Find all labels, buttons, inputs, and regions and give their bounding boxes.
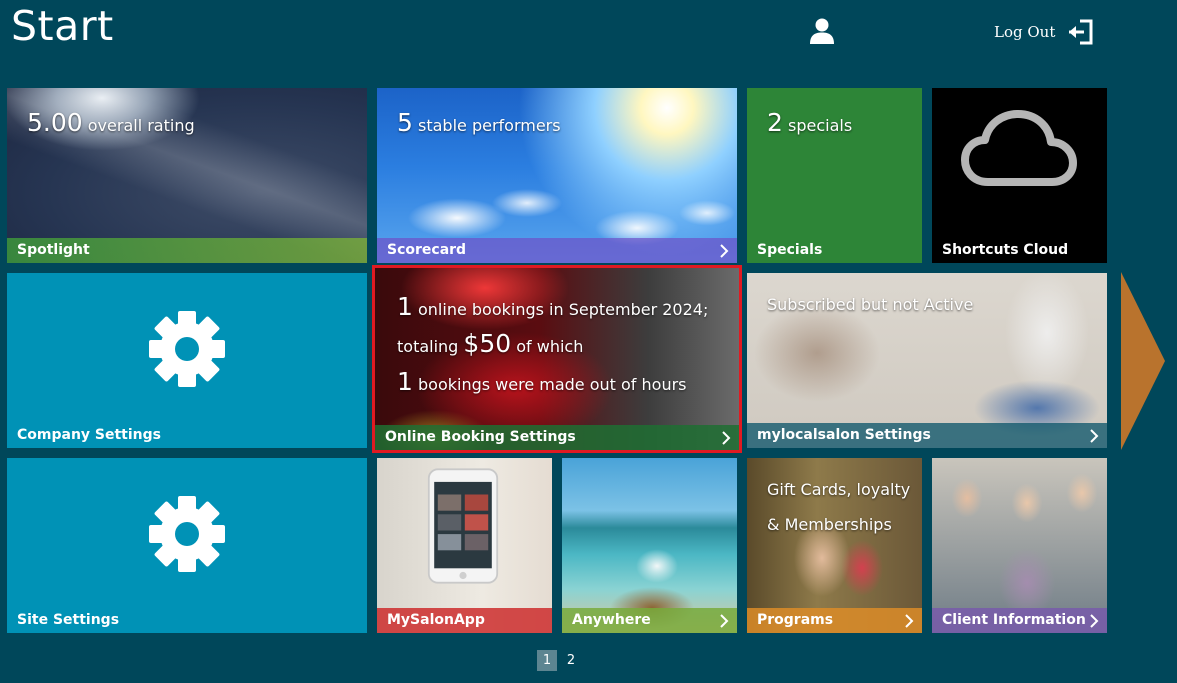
online-booking-line3: 1 bookings were made out of hours [397,367,687,396]
spotlight-text: overall rating [87,116,195,135]
tile-mylocalsalon-settings[interactable]: Subscribed but not Active mylocalsalon S… [747,273,1107,448]
programs-line1: Gift Cards, loyalty [767,480,911,499]
programs-footer: Programs [747,608,922,633]
mylocalsalon-label: mylocalsalon Settings [757,427,931,443]
page-1-button[interactable]: 1 [537,650,557,671]
online-bookings-count: 1 [397,292,413,321]
programs-line2: & Memberships [767,515,892,534]
site-settings-footer: Site Settings [7,608,367,633]
online-booking-line2: totaling $50 of which [397,329,583,358]
scorecard-label: Scorecard [387,242,467,258]
pagination: 1 2 [537,650,581,671]
scorecard-text: stable performers [418,116,561,135]
gear-icon [149,495,225,572]
tile-online-booking-settings[interactable]: 1 online bookings in September 2024; tot… [372,265,742,453]
client-information-footer: Client Information [932,608,1107,633]
tile-spotlight[interactable]: 5.00 overall rating Spotlight [7,88,367,263]
tile-programs[interactable]: Gift Cards, loyalty & Memberships Progra… [747,458,922,633]
spotlight-value: 5.00 [27,108,83,137]
logout-icon [1069,19,1093,45]
tile-mysalonapp[interactable]: MySalonApp [377,458,552,633]
tile-specials[interactable]: 2 specials Specials [747,88,922,263]
chevron-right-icon [905,614,914,628]
specials-footer: Specials [747,238,922,263]
company-settings-label: Company Settings [17,427,161,443]
chevron-right-icon [720,614,729,628]
out-of-hours-text: bookings were made out of hours [418,375,687,394]
anywhere-label: Anywhere [572,612,651,628]
mysalonapp-label: MySalonApp [387,612,485,628]
phone-icon [427,468,499,584]
mysalonapp-footer: MySalonApp [377,608,552,633]
chevron-right-icon [720,244,729,258]
tile-shortcuts-cloud[interactable]: Shortcuts Cloud [932,88,1107,263]
online-booking-totaling: totaling [397,337,459,356]
chevron-right-icon [1090,614,1099,628]
spotlight-label: Spotlight [17,242,90,258]
site-settings-label: Site Settings [17,612,120,628]
user-icon[interactable] [808,17,836,45]
tile-anywhere[interactable]: Anywhere [562,458,737,633]
shortcuts-label: Shortcuts Cloud [942,242,1069,258]
anywhere-footer: Anywhere [562,608,737,633]
tile-scorecard[interactable]: 5 stable performers Scorecard [377,88,737,263]
scorecard-value: 5 [397,108,413,137]
specials-label: Specials [757,242,823,258]
chevron-right-icon [1090,429,1099,443]
logout-button[interactable]: Log Out [994,17,1095,47]
company-settings-footer: Company Settings [7,423,367,448]
cloud-icon [961,110,1077,186]
scorecard-footer: Scorecard [377,238,737,263]
gear-icon [149,310,225,387]
online-booking-footer: Online Booking Settings [375,425,739,450]
client-information-label: Client Information [942,612,1086,628]
online-booking-total: $50 [463,329,512,358]
shortcuts-footer: Shortcuts Cloud [932,238,1107,263]
scorecard-headline: 5 stable performers [397,108,561,137]
spotlight-headline: 5.00 overall rating [27,108,195,137]
online-booking-label: Online Booking Settings [385,429,576,445]
tile-company-settings[interactable]: Company Settings [7,273,367,448]
tile-site-settings[interactable]: Site Settings [7,458,367,633]
online-booking-line1: 1 online bookings in September 2024; [397,292,708,321]
programs-label: Programs [757,612,834,628]
mylocalsalon-status: Subscribed but not Active [767,295,974,314]
specials-text: specials [788,116,853,135]
spotlight-footer: Spotlight [7,238,367,263]
specials-value: 2 [767,108,783,137]
next-page-arrow-icon[interactable] [1121,272,1165,450]
online-booking-of-which: of which [516,337,584,356]
specials-headline: 2 specials [767,108,852,137]
out-of-hours-count: 1 [397,367,413,396]
chevron-right-icon [722,431,731,445]
mylocalsalon-footer: mylocalsalon Settings [747,423,1107,448]
logout-label: Log Out [994,23,1056,41]
page-title: Start [11,2,114,50]
client-information-image [932,458,1107,633]
tile-client-information[interactable]: Client Information [932,458,1107,633]
page-2-button[interactable]: 2 [561,650,581,671]
online-bookings-text: online bookings in September 2024; [418,300,709,319]
